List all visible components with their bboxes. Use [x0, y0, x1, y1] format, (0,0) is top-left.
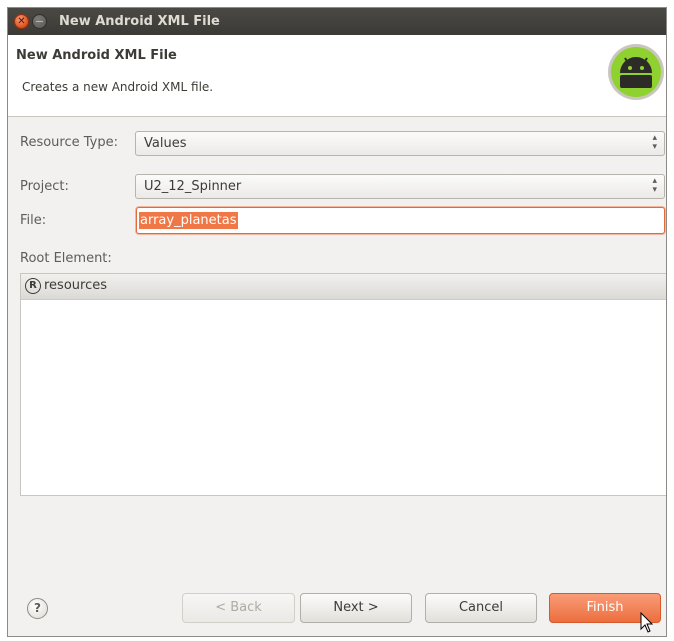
window-title: New Android XML File	[59, 14, 220, 29]
root-element-list[interactable]: R resources	[20, 273, 666, 496]
cancel-button[interactable]: Cancel	[425, 593, 537, 623]
wizard-banner: New Android XML File Creates a new Andro…	[8, 35, 666, 117]
back-button[interactable]: < Back	[182, 593, 295, 623]
file-label: File:	[20, 213, 47, 228]
title-bar: ✕ New Android XML File	[8, 8, 666, 35]
spinner-arrows-icon: ▴ ▾	[652, 133, 657, 152]
minimize-icon[interactable]	[32, 14, 47, 29]
help-icon[interactable]: ?	[27, 598, 48, 619]
resource-r-icon: R	[25, 278, 41, 294]
file-name-input[interactable]: array_planetas	[136, 207, 665, 234]
dialog-window: ✕ New Android XML File New Android XML F…	[7, 7, 667, 637]
file-name-selected-text: array_planetas	[139, 212, 238, 229]
resource-type-label: Resource Type:	[20, 135, 118, 150]
list-item-label: resources	[44, 278, 108, 293]
list-item[interactable]: R resources	[21, 274, 666, 300]
spinner-arrows-icon: ▴ ▾	[652, 176, 657, 195]
root-element-label: Root Element:	[20, 251, 112, 266]
next-button[interactable]: Next >	[300, 593, 412, 623]
project-label: Project:	[20, 179, 69, 194]
close-icon[interactable]: ✕	[14, 14, 29, 29]
project-value: U2_12_Spinner	[144, 179, 242, 194]
page-description: Creates a new Android XML file.	[22, 80, 214, 94]
android-icon	[608, 44, 664, 100]
resource-type-value: Values	[144, 136, 187, 151]
project-dropdown[interactable]: U2_12_Spinner ▴ ▾	[135, 174, 665, 199]
mouse-cursor-icon	[640, 612, 654, 633]
resource-type-dropdown[interactable]: Values ▴ ▾	[135, 131, 665, 156]
page-title: New Android XML File	[16, 48, 177, 63]
